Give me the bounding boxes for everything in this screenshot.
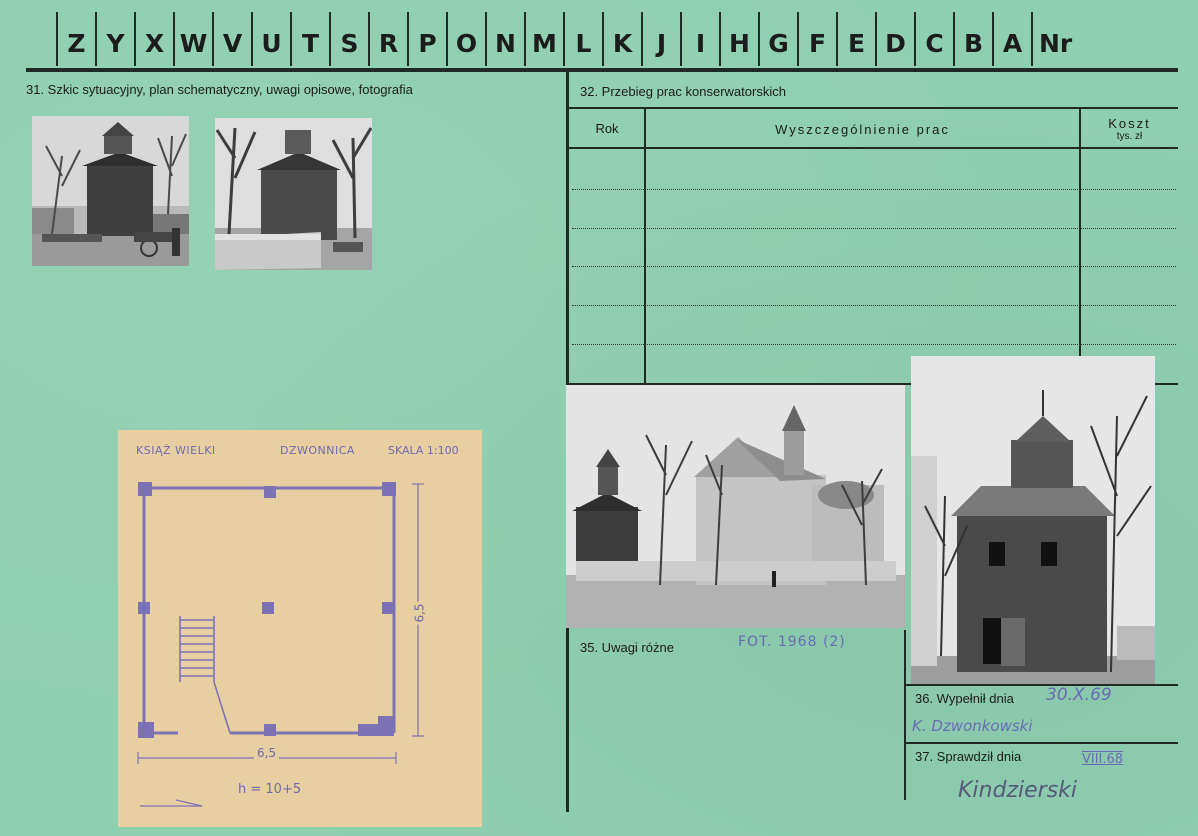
column-header-year: Rok [595,121,619,136]
index-letter-cell: K [604,12,643,66]
header-divider [26,68,1178,72]
index-letter-cell: O [448,12,487,66]
sketch-height-note: h = 10+5 [238,782,302,797]
section-37-date: VIII.68 [1082,752,1124,767]
section-36-label: 36. Wypełnił dnia [915,691,1014,706]
section-37-signature: Kindzierski [958,778,1078,803]
photo-belfry-wall [215,118,372,270]
column-header-cost-unit: tys. zł [1116,131,1143,142]
index-letter-cell: B [955,12,994,66]
section-36-signature: K. Dzwonkowski [912,717,1033,735]
index-letter-cell: Y [97,12,136,66]
index-letter-cell: F [799,12,838,66]
table-row [572,305,1176,306]
index-letter-cell: R [370,12,409,66]
index-letter-cell: M [526,12,565,66]
section-37-rule [905,742,1178,744]
index-letter-cell: U [253,12,292,66]
signature-column-divider [904,630,906,800]
index-letter-cell: T [292,12,331,66]
column-header-works: Wyszczególnienie prac [775,122,950,137]
index-letter-cell: J [643,12,682,66]
sketch-plan-paper: KSIĄŻ WIELKI DZWONNICA SKALA 1:100 6,5 6… [118,430,482,827]
index-letter-cell: N [487,12,526,66]
table-row [572,228,1176,229]
photo-belfry-village [32,116,189,266]
column-header-cost: Koszt [1108,116,1151,131]
index-letter-strip: Z Y X W V U T S R P O N M L K J I H G F E D C B A Nr [56,12,1080,66]
index-letter-cell: E [838,12,877,66]
index-letter-cell: H [721,12,760,66]
table-top-rule [569,107,1178,109]
index-letter-cell: X [136,12,175,66]
sketch-width-dimension: 6,5 [254,746,280,760]
sketch-place-name: KSIĄŻ WIELKI [136,444,216,457]
table-row [572,266,1176,267]
section-36-rule [905,684,1178,686]
index-letter-cell: V [214,12,253,66]
table-header-rule [569,147,1178,149]
section-31-label: 31. Szkic sytuacyjny, plan schematyczny,… [26,82,413,97]
sketch-depth-dimension: 6,5 [412,601,427,625]
sketch-scale: SKALA 1:100 [388,444,459,457]
photo-church-and-belfry [566,385,905,628]
index-letter-cell: Z [58,12,97,66]
index-letter-cell: P [409,12,448,66]
table-row [572,189,1176,190]
index-letter-cell: D [877,12,916,66]
record-card: Z Y X W V U T S R P O N M L K J I H G F E D C B A Nr 31. Szkic sy… [0,0,1198,836]
sketch-title: DZWONNICA [280,444,355,457]
photo-belfry-closeup [911,356,1155,684]
index-letter-cell: I [682,12,721,66]
section-35-note: FOT. 1968 (2) [738,634,846,650]
table-row [572,344,1176,345]
index-number-label: Nr [1039,29,1073,58]
index-letter-cell: L [565,12,604,66]
section-36-date: 30.X.69 [1046,685,1112,705]
section-35-label: 35. Uwagi różne [580,640,674,655]
index-letter-cell: S [331,12,370,66]
index-letter-cell: A [994,12,1033,66]
section-32-label: 32. Przebieg prac konserwatorskich [580,84,786,99]
section-37-label: 37. Sprawdził dnia [915,749,1022,764]
index-letter-cell: G [760,12,799,66]
index-letter-cell: W [175,12,214,66]
index-letter-cell: C [916,12,955,66]
